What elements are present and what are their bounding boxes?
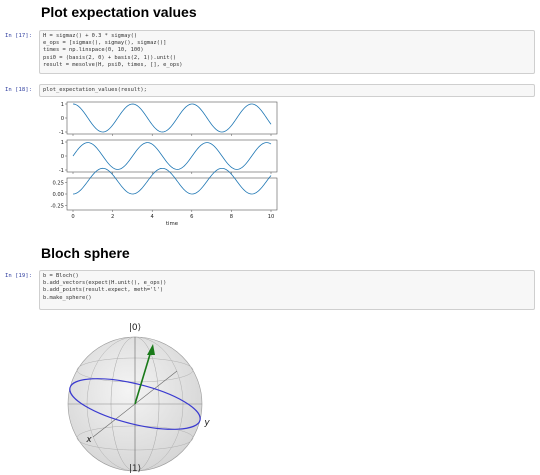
code-cell[interactable]: plot_expectation_values(result);: [39, 84, 535, 97]
bloch-sphere: |0⟩ |1⟩ x y: [67, 323, 210, 474]
x-axis-label: x: [85, 435, 92, 445]
y-tick-label: -1: [59, 130, 64, 136]
y-tick-label: -0.25: [51, 204, 64, 210]
x-tick-label: 10: [268, 214, 275, 220]
code-cell[interactable]: b = Bloch() b.add_vectors(expect(H.unit()…: [39, 270, 535, 310]
code-input[interactable]: plot_expectation_values(result);: [40, 85, 534, 96]
plot-section-heading: Plot expectation values: [41, 4, 197, 20]
ket-zero-label: |0⟩: [129, 323, 141, 333]
y-tick-label: 0: [61, 116, 64, 122]
y-tick-label: 1: [61, 102, 64, 108]
y-tick-label: 0.25: [52, 180, 64, 186]
y-axis-label: y: [203, 418, 210, 428]
x-axis-label: time: [166, 221, 179, 227]
cell-prompt: In [18]:: [5, 87, 32, 93]
cell-prompt: In [19]:: [5, 273, 32, 279]
plot-panel-frame: [66, 177, 278, 211]
ket-one-label: |1⟩: [129, 464, 141, 474]
y-tick-label: 0: [61, 154, 64, 160]
x-tick-label: 2: [111, 214, 114, 220]
code-input[interactable]: b = Bloch() b.add_vectors(expect(H.unit()…: [40, 271, 534, 304]
code-input[interactable]: H = sigmaz() + 0.3 * sigmay() e_ops = [si…: [40, 31, 534, 71]
x-tick-label: 4: [151, 214, 155, 220]
y-tick-label: 0.00: [52, 192, 64, 198]
x-tick-label: 8: [230, 214, 233, 220]
bloch-section-heading: Bloch sphere: [41, 245, 130, 261]
expectation-values-figure: 10-110-10.250.00-0.250 2 4 6 8 10time: [51, 101, 278, 227]
cell-prompt: In [17]:: [5, 33, 32, 39]
x-tick-label: 0: [71, 214, 74, 220]
x-tick-label: 6: [190, 214, 193, 220]
code-cell[interactable]: H = sigmaz() + 0.3 * sigmay() e_ops = [si…: [39, 30, 535, 74]
y-tick-label: -1: [59, 168, 64, 174]
y-tick-label: 1: [61, 140, 64, 146]
